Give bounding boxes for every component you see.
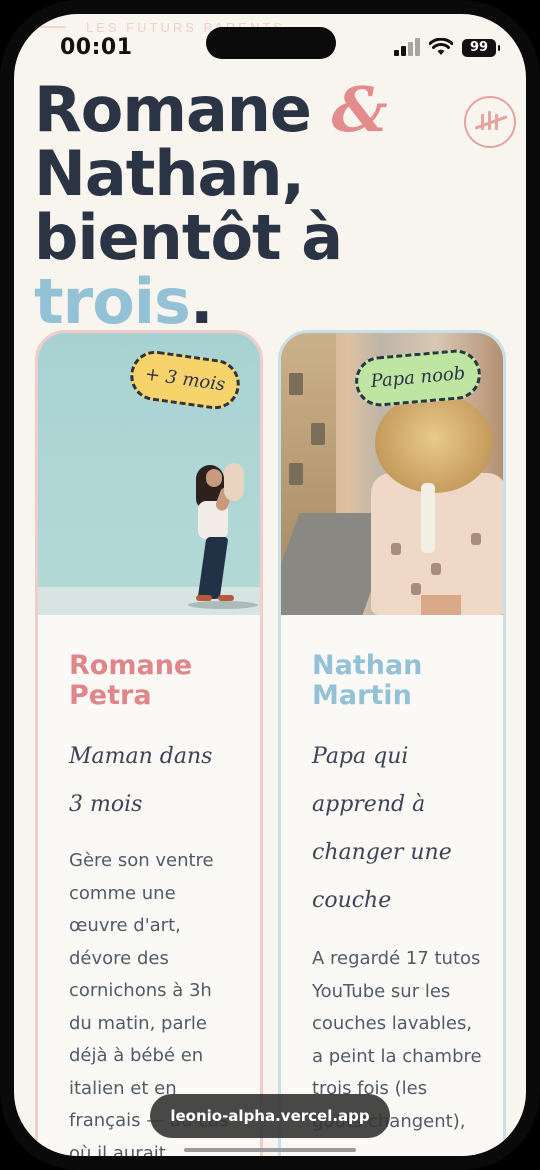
hero-ampersand: & [331, 73, 388, 146]
straw-hat-illustration [375, 393, 493, 493]
photo-mother-with-baby: + 3 mois [38, 333, 260, 615]
photo-woman-with-hat: Papa noob [281, 333, 503, 615]
signal-icon [394, 38, 422, 56]
hero-accent-word: trois [34, 265, 191, 338]
menu-toggle-button[interactable] [464, 96, 516, 148]
sticker-badge: + 3 mois [127, 347, 243, 413]
profile-last-name: Martin [312, 680, 412, 711]
phone-frame: LES FUTURS PARENTS 00:01 99 Romane & Nat… [0, 0, 540, 1170]
profile-card-romane: + 3 mois Romane Petra Maman dans 3 mois … [35, 330, 263, 1156]
profile-name: Nathan Martin [312, 651, 492, 711]
profile-role-line: apprend à [312, 792, 426, 817]
hero-line-3: bientôt à [34, 201, 343, 274]
profile-role-line: Maman dans [69, 744, 213, 769]
status-bar: 00:01 99 [14, 14, 526, 74]
wifi-icon [429, 38, 453, 55]
profile-last-name: Petra [69, 680, 152, 711]
hero-period: . [189, 265, 214, 338]
hero-title: Romane & Nathan, bientôt à trois. [34, 78, 504, 334]
battery-icon: 99 [462, 39, 500, 57]
profile-first-name: Romane [69, 650, 193, 681]
profile-role: Papa qui apprend à changer une couche [312, 733, 492, 925]
hero-line-2: Nathan, [34, 137, 305, 210]
profile-role-line: changer une [312, 840, 452, 865]
profile-name: Romane Petra [69, 651, 249, 711]
profile-first-name: Nathan [312, 650, 423, 681]
status-time: 00:01 [60, 35, 133, 60]
woman-holding-baby-illustration [188, 463, 258, 613]
browser-url-pill[interactable]: leonio-alpha.vercel.app [150, 1094, 390, 1138]
hero-line-1: Romane [34, 73, 312, 146]
profile-role-line: Papa qui [312, 744, 409, 769]
dynamic-island [206, 27, 336, 59]
profile-card-nathan: Papa noob Nathan Martin Papa qui apprend… [278, 330, 506, 1156]
home-indicator[interactable] [184, 1148, 356, 1152]
screen: LES FUTURS PARENTS 00:01 99 Romane & Nat… [14, 14, 526, 1156]
slash-icon [474, 115, 508, 130]
profile-role: Maman dans 3 mois [69, 733, 249, 829]
profile-role-line: couche [312, 888, 392, 913]
profile-role-line: 3 mois [69, 792, 143, 817]
